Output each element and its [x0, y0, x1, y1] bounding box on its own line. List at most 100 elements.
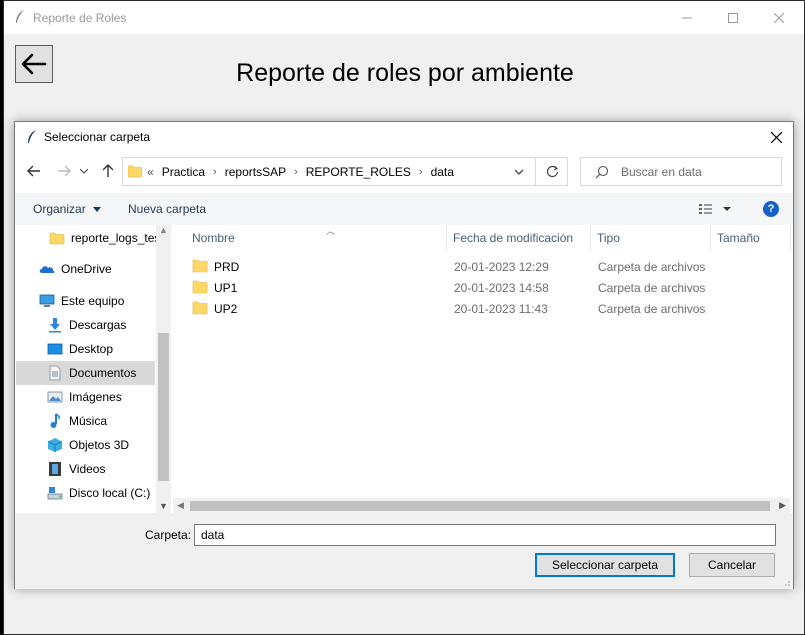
- file-list-scrollbar[interactable]: ◀ ▶: [173, 498, 790, 513]
- scroll-left-icon[interactable]: ◀: [177, 500, 184, 511]
- drive-icon: [47, 487, 63, 500]
- nav-item-label: Objetos 3D: [69, 438, 130, 452]
- folder-icon: [192, 259, 208, 273]
- cancel-button[interactable]: Cancelar: [689, 553, 775, 577]
- change-view-button[interactable]: [698, 201, 738, 217]
- help-icon[interactable]: ?: [763, 201, 779, 217]
- main-window-title: Reporte de Roles: [33, 11, 127, 25]
- dialog-footer: Carpeta: Seleccionar carpeta Cancelar: [15, 513, 793, 589]
- page-title-text: Reporte de roles por ambiente: [236, 59, 574, 87]
- onedrive-icon: [39, 266, 55, 273]
- refresh-icon: [546, 165, 558, 178]
- page-title: Reporte de roles por ambiente: [4, 59, 805, 88]
- file-modified: 20-01-2023 12:29: [454, 260, 549, 274]
- file-name: UP1: [214, 281, 238, 295]
- dialog-close-button[interactable]: [759, 122, 793, 152]
- select-folder-button[interactable]: Seleccionar carpeta: [535, 553, 675, 577]
- search-input[interactable]: Buscar en data: [580, 157, 782, 186]
- minimize-icon: [682, 17, 692, 18]
- nav-item-local-disk[interactable]: Disco local (C:): [16, 481, 155, 505]
- nav-item-label: Música: [69, 414, 108, 428]
- resize-grip-icon[interactable]: [781, 577, 791, 587]
- folder-name-input[interactable]: [194, 524, 776, 546]
- pictures-icon: [47, 391, 63, 403]
- chevron-right-icon[interactable]: ›: [419, 166, 423, 178]
- music-icon: [50, 413, 60, 428]
- folder-icon: [49, 232, 65, 245]
- feather-icon: [16, 10, 24, 23]
- file-type: Carpeta de archivos: [598, 281, 706, 295]
- nav-item-label: Descargas: [69, 318, 127, 332]
- column-header-label: Tamaño: [717, 230, 760, 245]
- navigation-pane: reporte_logs_tes OneDrive Este equipo De…: [16, 225, 171, 513]
- arrow-up-icon: [102, 164, 114, 177]
- feather-icon: [28, 130, 36, 143]
- videos-icon: [49, 462, 61, 476]
- chevron-down-icon[interactable]: [512, 166, 526, 178]
- column-header-type[interactable]: Tipo: [591, 225, 711, 250]
- maximize-button[interactable]: [710, 1, 756, 34]
- breadcrumb-item[interactable]: reportsSAP: [225, 165, 286, 179]
- chevron-right-icon[interactable]: ›: [294, 166, 298, 178]
- scrollbar-thumb[interactable]: [190, 501, 770, 511]
- cancel-label: Cancelar: [707, 558, 757, 572]
- breadcrumb-item[interactable]: data: [431, 165, 454, 179]
- downloads-icon: [49, 318, 61, 333]
- refresh-button[interactable]: [535, 158, 568, 185]
- close-icon: [770, 131, 782, 143]
- nav-pane-scrollbar[interactable]: ▲ ▼: [156, 225, 171, 513]
- forward-nav-button[interactable]: [54, 159, 74, 183]
- back-nav-button[interactable]: [24, 159, 44, 183]
- file-type: Carpeta de archivos: [598, 260, 706, 274]
- nav-item-label: Desktop: [69, 342, 114, 356]
- breadcrumb-item[interactable]: REPORTE_ROLES: [306, 165, 411, 179]
- up-nav-button[interactable]: [98, 159, 118, 183]
- column-header-label: Nombre: [192, 230, 235, 245]
- column-header-size[interactable]: Tamaño: [711, 225, 791, 250]
- folder-icon: [192, 301, 208, 315]
- dialog-title: Seleccionar carpeta: [44, 130, 151, 144]
- desktop-icon: [47, 343, 63, 355]
- nav-item-3d-objects[interactable]: Objetos 3D: [16, 433, 155, 457]
- table-row[interactable]: UP2 20-01-2023 11:43 Carpeta de archivos: [192, 298, 782, 319]
- file-modified: 20-01-2023 11:43: [454, 302, 548, 316]
- breadcrumb-item[interactable]: Practica: [162, 165, 205, 179]
- column-header-modified[interactable]: Fecha de modificación: [447, 225, 591, 250]
- caret-down-icon: [93, 206, 102, 212]
- nav-item-label: Disco local (C:): [69, 486, 151, 500]
- recent-locations-button[interactable]: [78, 159, 90, 183]
- chevron-right-icon[interactable]: ›: [213, 166, 217, 178]
- breadcrumb-overflow[interactable]: «: [147, 165, 154, 179]
- nav-item-label: OneDrive: [61, 262, 112, 276]
- nav-item-onedrive[interactable]: OneDrive: [16, 257, 155, 281]
- organize-menu[interactable]: Organizar: [33, 202, 102, 216]
- file-name: PRD: [214, 260, 240, 274]
- chevron-down-icon: [80, 168, 88, 174]
- nav-item-music[interactable]: Música: [16, 409, 155, 433]
- maximize-icon: [728, 12, 738, 23]
- folder-icon: [128, 165, 142, 178]
- new-folder-button[interactable]: Nueva carpeta: [128, 202, 206, 216]
- nav-item-documents[interactable]: Documentos: [16, 361, 155, 385]
- nav-item-downloads[interactable]: Descargas: [16, 313, 155, 337]
- nav-item-desktop[interactable]: Desktop: [16, 337, 155, 361]
- nav-item-label: reporte_logs_tes: [71, 231, 161, 245]
- minimize-button[interactable]: [664, 1, 710, 34]
- file-modified: 20-01-2023 14:58: [454, 281, 549, 295]
- scroll-right-icon[interactable]: ▶: [779, 500, 786, 511]
- table-row[interactable]: UP1 20-01-2023 14:58 Carpeta de archivos: [192, 277, 782, 298]
- nav-item-this-pc[interactable]: Este equipo: [16, 289, 155, 313]
- column-header-name[interactable]: ︿ Nombre: [186, 225, 447, 250]
- nav-item-reporte-logs[interactable]: reporte_logs_tes: [16, 226, 160, 250]
- close-button[interactable]: [756, 1, 802, 34]
- computer-icon: [39, 294, 55, 307]
- table-row[interactable]: PRD 20-01-2023 12:29 Carpeta de archivos: [192, 256, 782, 277]
- scrollbar-thumb[interactable]: [158, 333, 169, 481]
- address-bar[interactable]: « Practica › reportsSAP › REPORTE_ROLES …: [122, 157, 568, 186]
- nav-item-pictures[interactable]: Imágenes: [16, 385, 155, 409]
- scroll-down-icon[interactable]: ▼: [159, 501, 168, 511]
- sort-up-icon: ︿: [326, 226, 336, 236]
- scroll-up-icon[interactable]: ▲: [159, 225, 168, 235]
- search-icon: [595, 165, 609, 179]
- nav-item-videos[interactable]: Videos: [16, 457, 155, 481]
